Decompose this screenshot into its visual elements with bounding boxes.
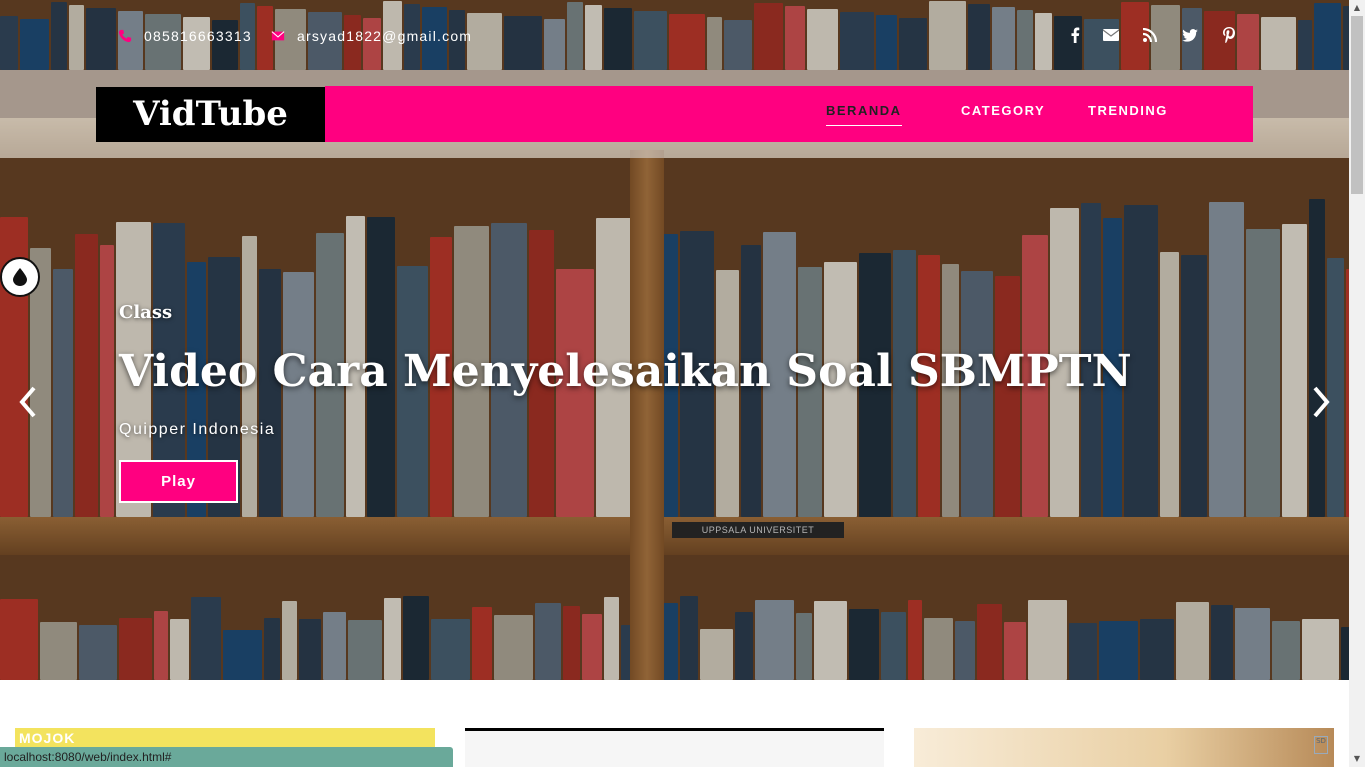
main-nav: BERANDA CATEGORY TRENDING — [325, 86, 1253, 142]
email-contact[interactable]: arsyad1822@gmail.com — [271, 28, 472, 44]
email-address: arsyad1822@gmail.com — [297, 28, 473, 44]
phone-number: 085816663313 — [144, 28, 252, 44]
water-drop-icon — [13, 268, 27, 286]
slider-prev-button[interactable] — [16, 384, 40, 420]
twitter-icon[interactable] — [1179, 24, 1201, 46]
card-logo: MOJOK — [19, 730, 76, 746]
site-logo[interactable]: VidTube — [96, 87, 325, 142]
browser-status-url: localhost:8080/web/index.html# — [0, 747, 453, 767]
slider-next-button[interactable] — [1309, 384, 1333, 420]
scroll-up-arrow[interactable]: ▲ — [1349, 0, 1365, 16]
chevron-right-icon — [1313, 386, 1330, 418]
pinterest-icon[interactable] — [1218, 24, 1240, 46]
page-scrollbar[interactable]: ▲ ▼ — [1349, 0, 1365, 767]
hero-subtitle: Quipper Indonesia — [119, 421, 276, 438]
facebook-icon[interactable] — [1064, 24, 1086, 46]
sd-badge: SD — [1314, 736, 1328, 754]
rss-icon[interactable] — [1139, 24, 1161, 46]
theme-toggle-button[interactable] — [0, 257, 40, 297]
nav-item-beranda[interactable]: BERANDA — [826, 103, 902, 126]
top-bar: 085816663313 arsyad1822@gmail.com — [0, 0, 1349, 70]
hero-title: Video Cara Menyelesaikan Soal SBMPTN — [119, 346, 1132, 397]
phone-contact[interactable]: 085816663313 — [118, 28, 252, 44]
hero-category: Class — [119, 302, 173, 323]
scroll-down-arrow[interactable]: ▼ — [1349, 751, 1365, 767]
phone-icon — [118, 29, 132, 43]
play-button[interactable]: Play — [119, 460, 238, 503]
nav-item-trending[interactable]: TRENDING — [1088, 103, 1168, 118]
video-card-2[interactable] — [465, 728, 884, 767]
envelope-icon[interactable] — [1100, 24, 1122, 46]
envelope-icon — [271, 31, 285, 41]
scroll-thumb[interactable] — [1351, 16, 1363, 194]
video-card-3[interactable]: SD — [914, 728, 1334, 767]
nav-item-category[interactable]: CATEGORY — [961, 103, 1045, 118]
chevron-left-icon — [19, 386, 36, 418]
